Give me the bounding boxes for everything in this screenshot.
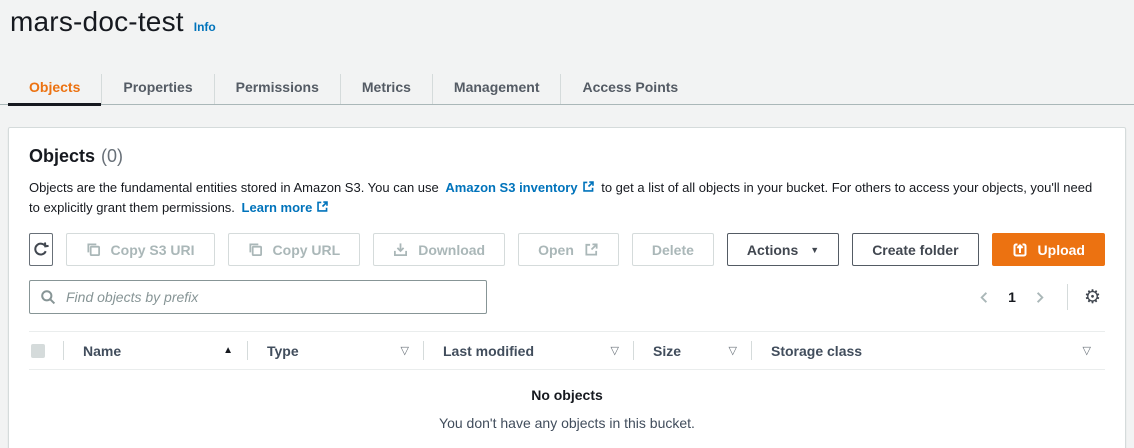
column-header-last-modified[interactable]: Last modified ▽: [423, 332, 633, 369]
objects-table-header: Name ▲ Type ▽ Last modified ▽ Size ▽ Sto…: [29, 331, 1105, 370]
bucket-title: mars-doc-test: [10, 6, 184, 38]
panel-description: Objects are the fundamental entities sto…: [29, 178, 1105, 218]
upload-icon: [1012, 242, 1028, 258]
actions-dropdown-button[interactable]: Actions ▼: [727, 233, 839, 266]
copy-url-button[interactable]: Copy URL: [228, 233, 361, 266]
panel-title: Objects (0): [29, 146, 1105, 167]
s3-inventory-link[interactable]: Amazon S3 inventory: [445, 180, 594, 195]
current-page[interactable]: 1: [998, 289, 1026, 305]
sort-icon[interactable]: ▽: [729, 344, 737, 357]
column-header-storage-class[interactable]: Storage class ▽: [751, 332, 1105, 369]
object-count: (0): [101, 146, 123, 167]
tab-permissions[interactable]: Permissions: [214, 74, 340, 104]
select-all-checkbox[interactable]: [31, 344, 45, 358]
objects-toolbar: Copy S3 URI Copy URL Download Open Delet…: [29, 233, 1105, 266]
refresh-button[interactable]: [29, 233, 53, 266]
chevron-left-icon: [977, 290, 992, 305]
empty-state-message: You don't have any objects in this bucke…: [29, 415, 1105, 431]
delete-button[interactable]: Delete: [632, 233, 714, 266]
copy-s3-uri-button[interactable]: Copy S3 URI: [66, 233, 215, 266]
search-row: 1 ⚙: [29, 280, 1105, 314]
info-link[interactable]: Info: [194, 20, 216, 34]
select-all-cell: [29, 344, 63, 358]
chevron-right-icon: [1032, 290, 1047, 305]
sort-icon[interactable]: ▽: [611, 344, 619, 357]
tab-properties[interactable]: Properties: [101, 74, 213, 104]
next-page-button[interactable]: [1026, 286, 1053, 309]
pagination: 1 ⚙: [971, 284, 1105, 310]
sort-icon[interactable]: ▽: [401, 344, 409, 357]
refresh-icon: [32, 241, 49, 258]
open-button[interactable]: Open: [518, 233, 619, 266]
sort-ascending-icon[interactable]: ▲: [223, 345, 233, 356]
panel-heading: Objects: [29, 146, 95, 167]
empty-state-title: No objects: [29, 387, 1105, 403]
tab-management[interactable]: Management: [432, 74, 561, 104]
tab-bar: Objects Properties Permissions Metrics M…: [0, 74, 1134, 105]
tab-access-points[interactable]: Access Points: [560, 74, 699, 104]
upload-button[interactable]: Upload: [992, 233, 1105, 266]
tab-objects[interactable]: Objects: [8, 74, 101, 104]
copy-icon: [248, 242, 263, 257]
description-text: Objects are the fundamental entities sto…: [29, 180, 439, 195]
tab-metrics[interactable]: Metrics: [340, 74, 432, 104]
column-header-size[interactable]: Size ▽: [633, 332, 751, 369]
page-header: mars-doc-test Info: [0, 0, 1134, 38]
chevron-down-icon: ▼: [810, 245, 819, 255]
sort-icon[interactable]: ▽: [1083, 344, 1091, 357]
search-icon: [40, 289, 56, 305]
objects-panel: Objects (0) Objects are the fundamental …: [8, 127, 1126, 448]
divider: [1067, 284, 1068, 310]
download-button[interactable]: Download: [373, 233, 505, 266]
download-icon: [393, 242, 408, 257]
learn-more-link[interactable]: Learn more: [242, 200, 330, 215]
preferences-gear-button[interactable]: ⚙: [1080, 286, 1105, 309]
search-input[interactable]: [29, 280, 487, 314]
empty-state: No objects You don't have any objects in…: [29, 370, 1105, 431]
open-external-icon: [584, 242, 599, 257]
column-header-name[interactable]: Name ▲: [63, 332, 247, 369]
column-header-type[interactable]: Type ▽: [247, 332, 423, 369]
search-box: [29, 280, 487, 314]
copy-icon: [86, 242, 101, 257]
create-folder-button[interactable]: Create folder: [852, 233, 978, 266]
external-link-icon: [316, 200, 329, 213]
external-link-icon: [582, 180, 595, 193]
previous-page-button[interactable]: [971, 286, 998, 309]
